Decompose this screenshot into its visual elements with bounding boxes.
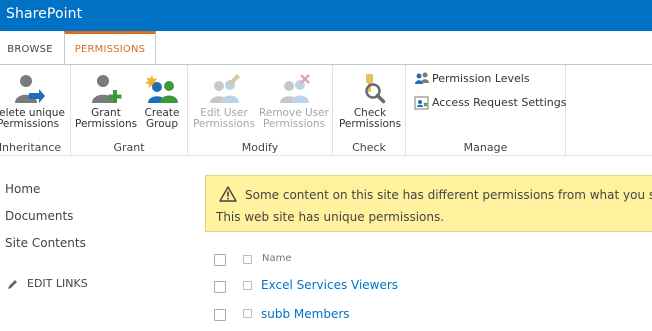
ribbon-group-label-grant: Grant bbox=[113, 141, 145, 154]
ribbon-tab-row: BROWSE PERMISSIONS bbox=[0, 31, 652, 65]
warning-icon bbox=[219, 186, 237, 202]
row-select-checkbox[interactable] bbox=[214, 281, 226, 293]
status-message-line1: Some content on this site has different … bbox=[245, 188, 652, 202]
header-item-checkbox[interactable] bbox=[243, 255, 252, 264]
ribbon-group-label-modify: Modify bbox=[241, 141, 279, 154]
edit-user-permissions-icon bbox=[210, 74, 240, 103]
ribbon-group-modify: Edit User Permissions Remove User Permis… bbox=[188, 65, 333, 156]
create-group-icon bbox=[145, 75, 178, 103]
edit-user-permissions-line2: Permissions bbox=[192, 117, 256, 130]
ribbon: Delete unique Permissions Inheritance Gr… bbox=[0, 64, 652, 156]
edit-links-label: EDIT LINKS bbox=[27, 277, 88, 290]
status-message-line2: This web site has unique permissions. bbox=[216, 210, 445, 224]
delete-unique-permissions-button[interactable]: Delete unique Permissions bbox=[0, 73, 70, 129]
ribbon-group-label-inheritance: Inheritance bbox=[0, 141, 62, 154]
check-permissions-line2: Permissions bbox=[338, 117, 402, 130]
access-request-settings-icon bbox=[414, 96, 429, 110]
tab-permissions[interactable]: PERMISSIONS bbox=[64, 31, 156, 65]
ribbon-group-label-check: Check bbox=[352, 141, 386, 154]
group-link-subb-members[interactable]: subb Members bbox=[261, 307, 350, 321]
grant-permissions-icon bbox=[92, 75, 122, 103]
ribbon-group-inheritance: Delete unique Permissions Inheritance bbox=[0, 65, 71, 156]
access-request-settings-label: Access Request Settings bbox=[432, 96, 567, 109]
nav-item-site-contents[interactable]: Site Contents bbox=[5, 236, 86, 250]
suite-bar-title[interactable]: SharePoint bbox=[6, 6, 82, 22]
row-select-checkbox[interactable] bbox=[214, 309, 226, 321]
ribbon-group-check: Check Permissions Check bbox=[333, 65, 406, 156]
remove-user-permissions-icon bbox=[280, 74, 310, 103]
create-group-line2: Group bbox=[146, 117, 178, 130]
column-header-name[interactable]: Name bbox=[262, 253, 292, 264]
remove-user-permissions-line1: Remove User bbox=[259, 107, 329, 119]
group-link-excel-services-viewers[interactable]: Excel Services Viewers bbox=[261, 278, 398, 292]
ribbon-group-label-manage: Manage bbox=[463, 141, 508, 154]
check-permissions-icon bbox=[365, 74, 386, 104]
delete-unique-permissions-line1: Delete unique bbox=[0, 107, 65, 119]
ribbon-group-grant: Grant Permissions Create Group Grant bbox=[71, 65, 188, 156]
permission-levels-label: Permission Levels bbox=[432, 72, 530, 85]
row-item-checkbox[interactable] bbox=[243, 309, 252, 318]
grant-permissions-line1: Grant bbox=[91, 107, 121, 119]
create-group-button[interactable]: Create Group bbox=[137, 73, 187, 129]
suite-bar: SharePoint bbox=[0, 0, 652, 31]
tab-browse[interactable]: BROWSE bbox=[0, 31, 60, 65]
check-permissions-button[interactable]: Check Permissions bbox=[337, 73, 403, 129]
create-group-line1: Create bbox=[144, 107, 180, 119]
grant-permissions-line2: Permissions bbox=[75, 117, 138, 130]
remove-user-permissions-button[interactable]: Remove User Permissions bbox=[259, 73, 329, 129]
edit-user-permissions-button[interactable]: Edit User Permissions bbox=[191, 73, 257, 129]
edit-user-permissions-line1: Edit User bbox=[200, 107, 248, 119]
status-bar: Some content on this site has different … bbox=[205, 175, 652, 232]
grant-permissions-button[interactable]: Grant Permissions bbox=[75, 73, 137, 129]
delete-unique-permissions-icon bbox=[15, 75, 45, 103]
permission-levels-icon bbox=[415, 72, 429, 84]
nav-item-documents[interactable]: Documents bbox=[5, 209, 73, 223]
row-item-checkbox[interactable] bbox=[243, 281, 252, 290]
nav-item-home[interactable]: Home bbox=[5, 182, 40, 196]
check-permissions-line1: Check bbox=[353, 107, 387, 119]
remove-user-permissions-line2: Permissions bbox=[262, 117, 326, 130]
select-all-checkbox[interactable] bbox=[214, 254, 226, 266]
delete-unique-permissions-line2: Permissions bbox=[0, 117, 60, 130]
pencil-icon bbox=[8, 280, 17, 289]
